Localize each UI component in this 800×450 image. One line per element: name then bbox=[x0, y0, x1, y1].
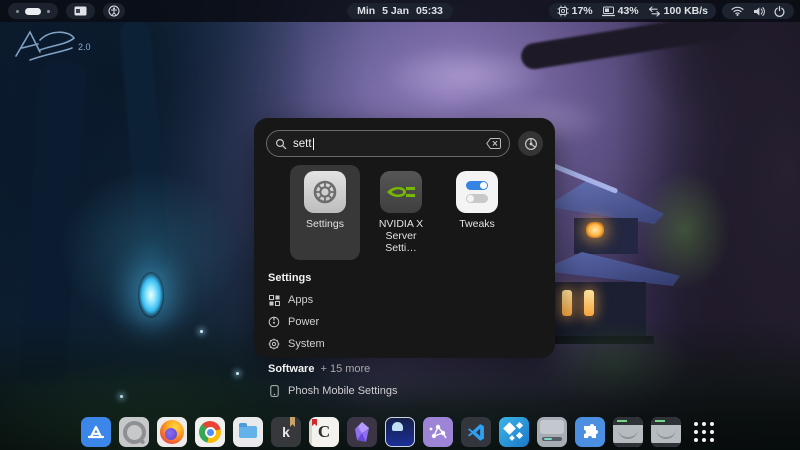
dock-external-drive-icon-2[interactable] bbox=[651, 417, 681, 447]
clear-search-icon[interactable] bbox=[486, 138, 501, 149]
desktop: 2.0 Min 5 Jan 05:33 17% 43% 100 KB/s set… bbox=[0, 0, 800, 450]
dock-kodi-icon[interactable] bbox=[499, 417, 529, 447]
search-results: Settings NVIDIA X Server Setti… Tweaks bbox=[290, 165, 555, 261]
memory-icon bbox=[601, 6, 615, 17]
apps-grid-icon bbox=[268, 294, 280, 306]
dock: k C bbox=[0, 417, 800, 447]
section-item-apps[interactable]: Apps bbox=[268, 294, 541, 306]
result-label: NVIDIA X Server Setti… bbox=[378, 218, 424, 255]
dock-ghost-app-icon[interactable] bbox=[385, 417, 415, 447]
workspace-indicator[interactable] bbox=[8, 3, 58, 19]
cpu-percent: 17% bbox=[571, 5, 593, 17]
workspace-dot bbox=[16, 9, 19, 13]
dock-drive-utility-icon[interactable] bbox=[537, 417, 567, 447]
section-item-power[interactable]: Power bbox=[268, 316, 541, 328]
dock-k-reader-icon[interactable]: k bbox=[271, 417, 301, 447]
wallpaper-portal bbox=[138, 272, 164, 318]
result-settings[interactable]: Settings bbox=[290, 165, 360, 261]
system-stats[interactable]: 17% 43% 100 KB/s bbox=[548, 3, 716, 19]
network-arrows-icon bbox=[648, 5, 661, 17]
section-title: Software bbox=[268, 363, 315, 376]
search-icon bbox=[275, 138, 287, 150]
dock-q-app-icon[interactable] bbox=[119, 417, 149, 447]
tweaks-app-icon bbox=[456, 171, 498, 213]
workspace-active bbox=[25, 7, 41, 15]
dock-app-store-icon[interactable] bbox=[81, 417, 111, 447]
dock-extensions-icon[interactable] bbox=[575, 417, 605, 447]
result-label: Settings bbox=[306, 218, 344, 230]
memory-percent: 43% bbox=[617, 5, 639, 17]
search-query-text: sett bbox=[293, 137, 312, 150]
text-caret bbox=[312, 137, 314, 150]
quick-settings[interactable] bbox=[722, 3, 794, 19]
search-input[interactable]: sett bbox=[266, 130, 510, 157]
accessibility-menu[interactable] bbox=[103, 3, 125, 19]
section-item-label: Power bbox=[288, 316, 320, 329]
keyboard-icon bbox=[74, 6, 87, 16]
power-icon bbox=[774, 5, 785, 17]
clock[interactable]: Min 5 Jan 05:33 bbox=[347, 3, 453, 19]
clock-time: 05:33 bbox=[416, 5, 443, 17]
section-title: Settings bbox=[268, 272, 312, 285]
toggle-on bbox=[466, 181, 488, 190]
cpu-icon bbox=[557, 5, 569, 17]
dock-chrome-icon[interactable] bbox=[195, 417, 225, 447]
settings-app-icon bbox=[304, 171, 346, 213]
dock-calibre-icon[interactable]: C bbox=[309, 417, 339, 447]
accessibility-icon bbox=[108, 5, 120, 17]
keyboard-toggle[interactable] bbox=[66, 3, 95, 19]
section-item-label: Apps bbox=[288, 294, 314, 307]
app-launcher-panel: sett Settings NVIDIA X Server Setti… Twe… bbox=[254, 118, 555, 397]
toggle-off bbox=[466, 194, 488, 203]
dock-obsidian-icon[interactable] bbox=[347, 417, 377, 447]
dock-molecule-app-icon[interactable] bbox=[423, 417, 453, 447]
clock-date: 5 Jan bbox=[382, 5, 410, 17]
workspace-dot bbox=[47, 9, 50, 13]
dock-vscode-icon[interactable] bbox=[461, 417, 491, 447]
power-gauge-icon bbox=[268, 316, 280, 328]
top-bar: Min 5 Jan 05:33 17% 43% 100 KB/s bbox=[0, 0, 800, 22]
result-nvidia-settings[interactable]: NVIDIA X Server Setti… bbox=[366, 165, 436, 260]
signature-version: 2.0 bbox=[78, 42, 91, 52]
section-item-system[interactable]: System bbox=[268, 338, 541, 350]
network-speed: 100 KB/s bbox=[663, 5, 708, 17]
volume-icon bbox=[753, 6, 765, 17]
section-more-count: + 15 more bbox=[320, 363, 371, 376]
result-tweaks[interactable]: Tweaks bbox=[442, 165, 512, 260]
wallpaper-signature: 2.0 bbox=[10, 26, 130, 86]
search-sections: Settings Apps Power System Software + 15… bbox=[254, 260, 555, 397]
section-item-label: System bbox=[288, 338, 325, 351]
nvidia-app-icon bbox=[380, 171, 422, 213]
wifi-icon bbox=[731, 6, 744, 16]
dock-firefox-icon[interactable] bbox=[157, 417, 187, 447]
gear-icon bbox=[268, 338, 280, 350]
result-label: Tweaks bbox=[459, 218, 495, 230]
launcher-gear-icon bbox=[524, 137, 538, 151]
dock-external-drive-icon[interactable] bbox=[613, 417, 643, 447]
section-item-phosh-mobile-settings[interactable]: Phosh Mobile Settings bbox=[268, 385, 541, 397]
phone-icon bbox=[268, 385, 280, 398]
section-item-label: Phosh Mobile Settings bbox=[288, 385, 398, 398]
dock-files-icon[interactable] bbox=[233, 417, 263, 447]
launcher-settings-button[interactable] bbox=[518, 131, 543, 156]
clock-day: Min bbox=[357, 5, 376, 17]
dock-app-grid-icon[interactable] bbox=[689, 417, 719, 447]
